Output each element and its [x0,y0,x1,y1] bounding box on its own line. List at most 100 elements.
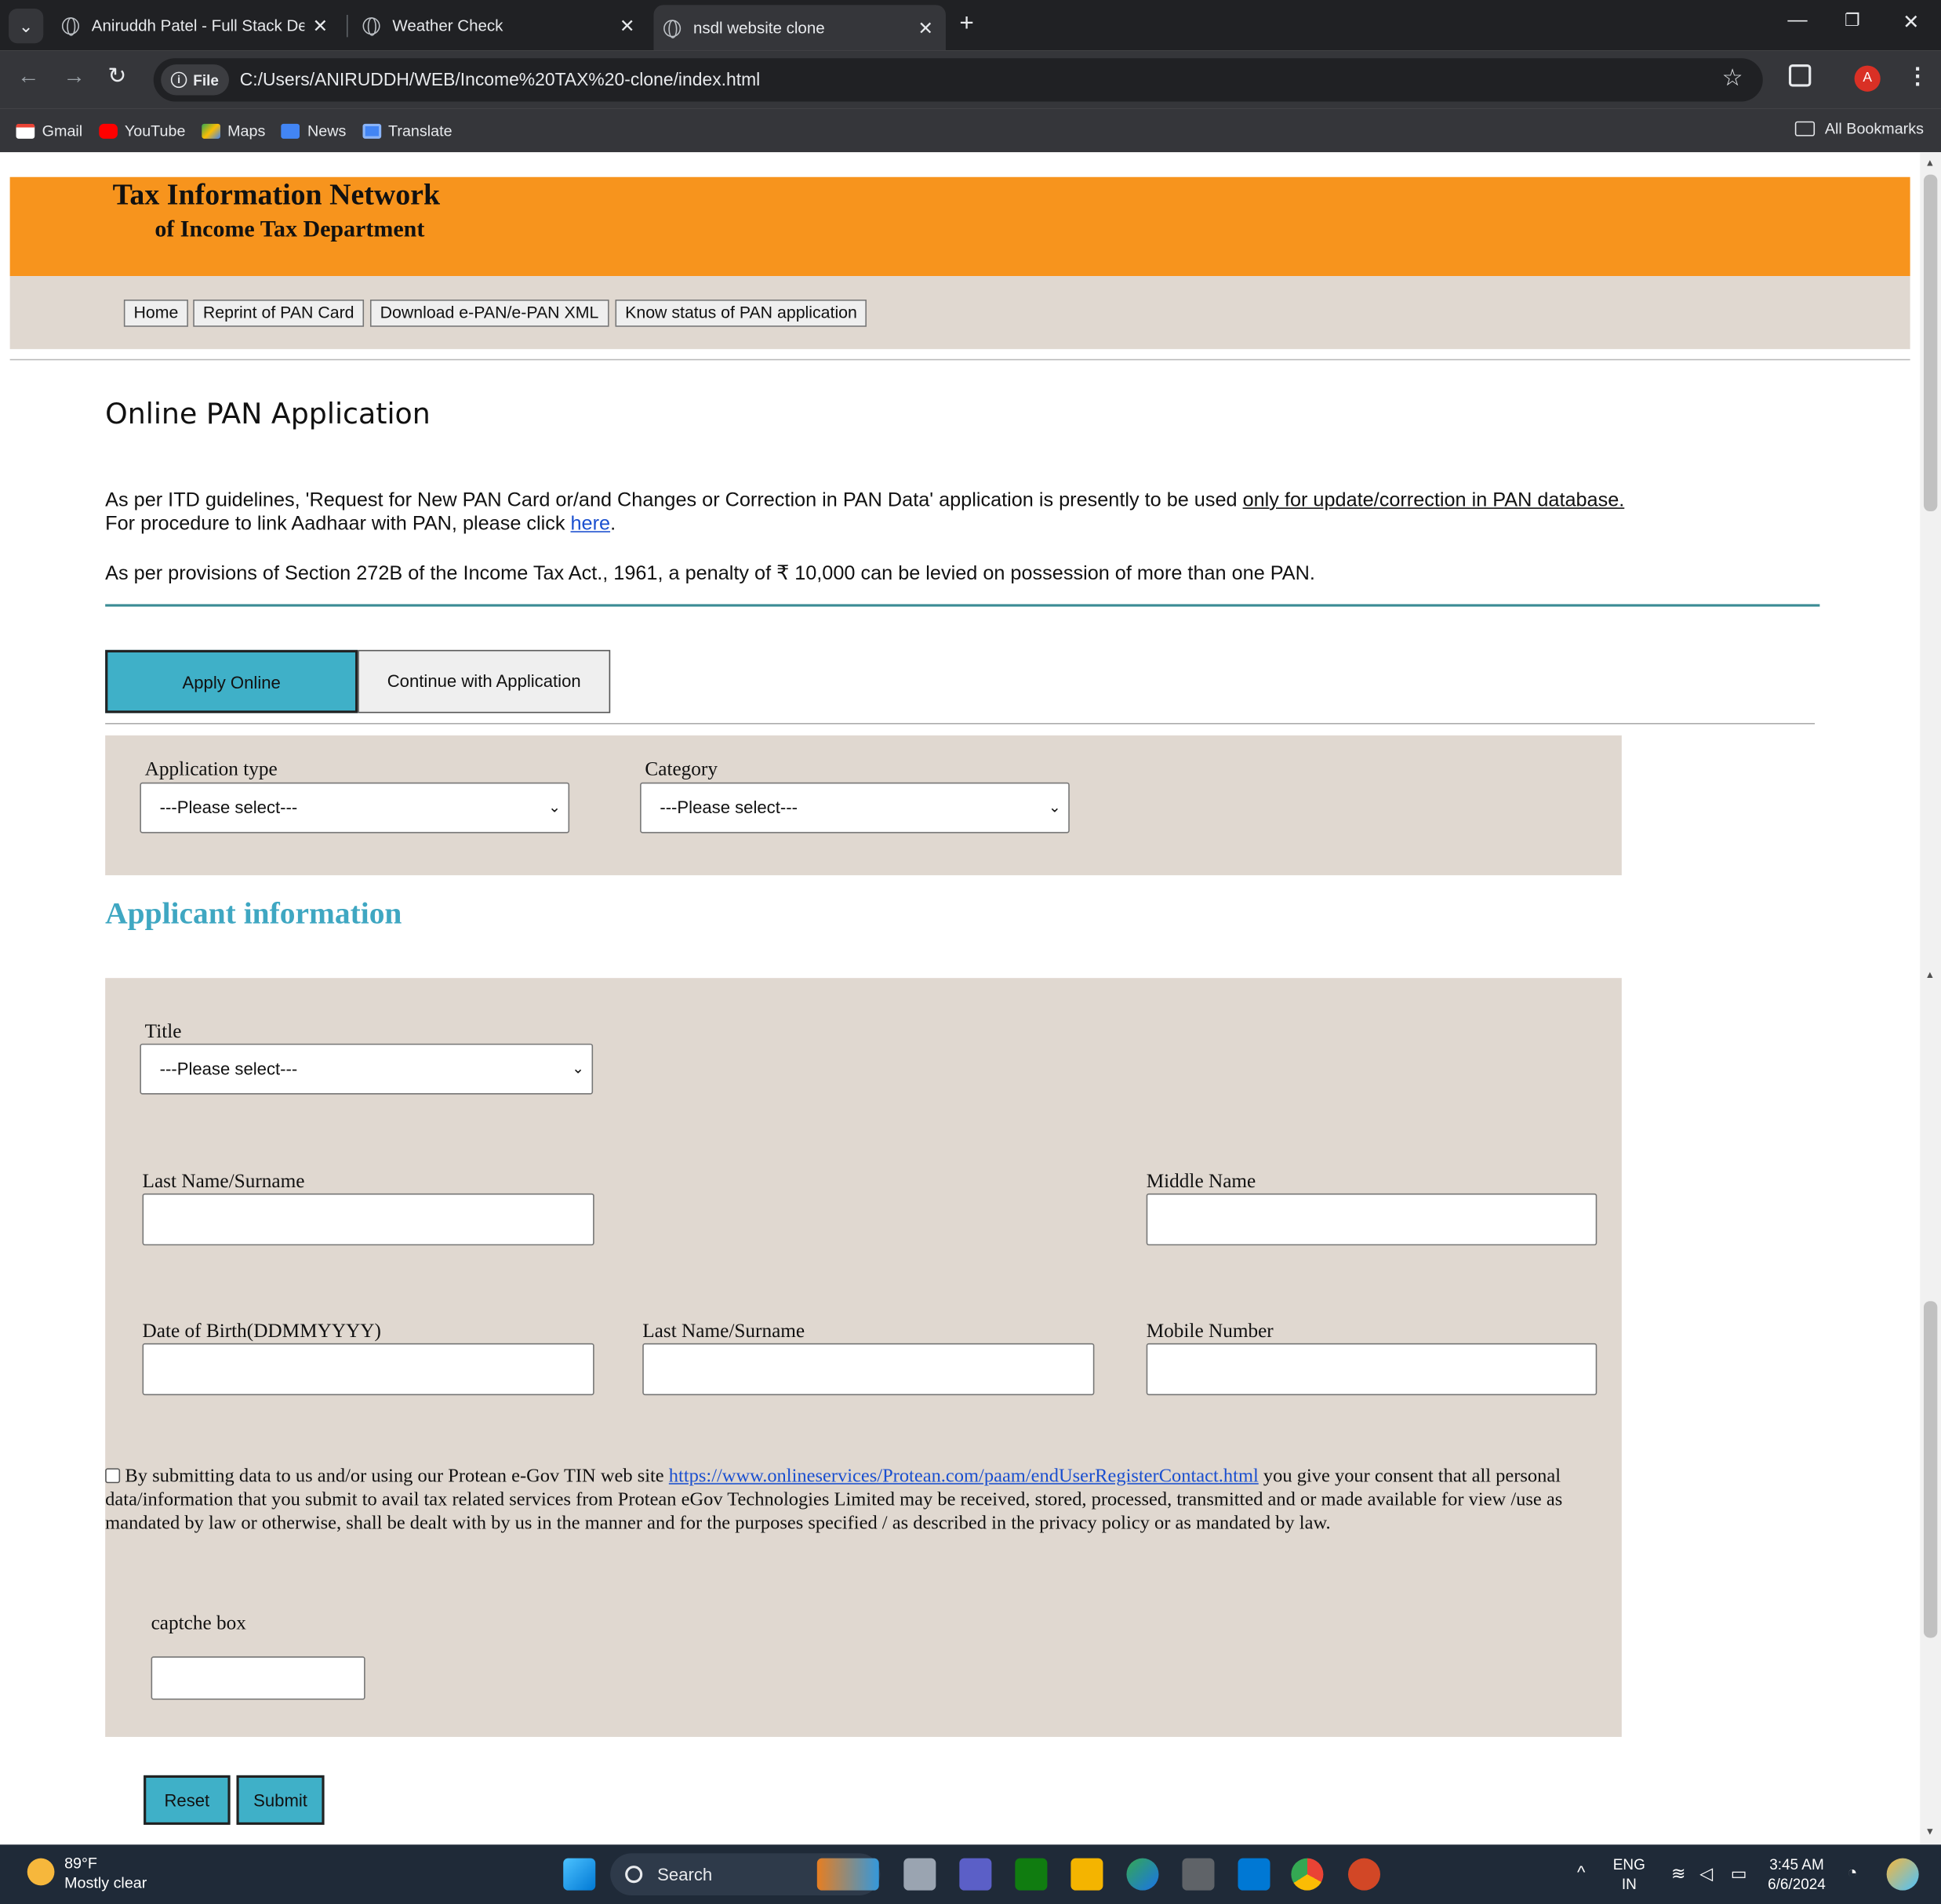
chrome-icon[interactable] [1291,1858,1324,1891]
minimize-icon[interactable]: — [1787,10,1807,32]
weather-moon-icon[interactable] [27,1858,55,1886]
close-tab-icon[interactable]: ✕ [620,14,635,37]
nav-pan-status-button[interactable]: Know status of PAN application [615,300,867,327]
globe-icon [663,19,682,38]
youtube-icon [98,123,118,139]
aadhaar-here-link[interactable]: here [571,514,611,535]
last-name-input-2[interactable] [642,1343,1095,1396]
category-select[interactable]: ---Please select--- ⌄ [640,782,1070,834]
scrollbar-thumb[interactable] [1923,1301,1938,1638]
browser-tab-bar: ⌄ Aniruddh Patel - Full Stack Deve ✕ Wea… [0,0,1941,51]
period: . [610,514,616,535]
address-bar[interactable]: i File C:/Users/ANIRUDDH/WEB/Income%20TA… [153,58,1763,102]
chevron-down-icon: ⌄ [572,1059,585,1077]
copilot-icon[interactable] [1886,1858,1919,1891]
wifi-icon[interactable]: ≋ [1671,1863,1686,1883]
page-title: Online PAN Application [105,398,431,431]
bookmark-label: Gmail [42,122,83,140]
language-indicator[interactable]: ENG IN [1613,1855,1645,1895]
close-tab-icon[interactable]: ✕ [918,16,933,39]
new-tab-icon[interactable]: + [959,10,973,38]
scroll-up-icon[interactable]: ▲ [1925,969,1936,980]
windows-start-icon[interactable] [563,1858,596,1891]
profile-avatar[interactable]: A [1854,65,1881,92]
application-type-select[interactable]: ---Please select--- ⌄ [140,782,570,834]
teams-icon[interactable] [959,1858,992,1891]
mobile-input[interactable] [1146,1343,1598,1396]
scroll-down-icon[interactable]: ▼ [1925,1826,1936,1837]
last-name-input[interactable] [142,1193,594,1246]
windows-taskbar: 89°F Mostly clear Search ^ ENG IN ≋ ◁ ▭ … [0,1844,1941,1904]
weather-widget[interactable]: 89°F Mostly clear [64,1853,147,1893]
nav-reprint-pan-button[interactable]: Reprint of PAN Card [193,300,365,327]
scroll-up-icon[interactable]: ▲ [1925,157,1936,168]
divider [105,722,1816,725]
consent-checkbox[interactable] [105,1468,121,1484]
edge-icon[interactable] [1126,1858,1159,1891]
search-highlight-icon[interactable] [816,1858,879,1891]
close-tab-icon[interactable]: ✕ [312,14,328,37]
submit-button[interactable]: Submit [236,1775,325,1826]
middle-name-input[interactable] [1146,1193,1598,1246]
close-window-icon[interactable]: ✕ [1903,10,1919,35]
tab-nsdl-clone[interactable]: nsdl website clone ✕ [653,5,946,51]
weather-condition: Mostly clear [64,1874,147,1892]
apply-online-tab[interactable]: Apply Online [105,649,358,714]
battery-icon[interactable]: ▭ [1731,1863,1747,1883]
page-scrollbar[interactable]: ▲ ▲ ▼ [1920,152,1941,1845]
tab-weather-check[interactable]: Weather Check ✕ [362,5,648,45]
menu-icon[interactable]: ⋮ [1906,64,1928,89]
restore-icon[interactable]: ❐ [1845,10,1860,31]
scrollbar-thumb[interactable] [1923,174,1938,512]
all-bookmarks[interactable]: All Bookmarks [1794,120,1924,138]
volume-icon[interactable]: ◁ [1699,1863,1713,1883]
notification-bell-icon[interactable]: ◔ [1847,1862,1857,1881]
bookmark-label: YouTube [124,122,186,140]
tab-search-chevron-icon[interactable]: ⌄ [9,9,44,44]
bookmark-gmail[interactable]: Gmail [16,122,83,140]
bookmark-youtube[interactable]: YouTube [98,122,186,140]
reload-icon[interactable]: ↻ [107,64,126,89]
bookmark-star-icon[interactable]: ☆ [1722,64,1743,93]
region-code: IN [1621,1875,1637,1893]
dob-input[interactable] [142,1343,594,1396]
search-icon [625,1866,643,1884]
tab-portfolio[interactable]: Aniruddh Patel - Full Stack Deve ✕ [61,5,340,45]
bookmark-label: Maps [227,122,266,140]
file-explorer-icon[interactable] [1070,1858,1103,1891]
guideline-text: As per ITD guidelines, 'Request for New … [105,490,1243,512]
nav-download-epan-button[interactable]: Download e-PAN/e-PAN XML [369,300,609,327]
time: 3:45 AM [1769,1855,1824,1873]
bookmark-translate[interactable]: Translate [362,122,453,140]
temperature: 89°F [64,1854,97,1872]
continue-application-tab[interactable]: Continue with Application [358,649,611,714]
app-icon[interactable] [1182,1858,1215,1891]
translate-icon [362,123,381,139]
url-text[interactable]: C:/Users/ANIRUDDH/WEB/Income%20TAX%20-cl… [240,70,761,89]
select-value: ---Please select--- [159,1058,298,1079]
captcha-input[interactable] [151,1656,365,1700]
forward-icon[interactable]: → [64,64,85,89]
title-select[interactable]: ---Please select--- ⌄ [140,1043,594,1095]
maps-icon [201,123,220,139]
reset-button[interactable]: Reset [144,1775,231,1826]
gmail-icon [16,123,35,139]
globe-icon [362,16,380,35]
xbox-icon[interactable] [1015,1858,1048,1891]
chevron-up-icon[interactable]: ^ [1577,1862,1585,1881]
vscode-icon[interactable] [1238,1858,1270,1891]
extensions-icon[interactable] [1788,64,1812,87]
update-correction-link[interactable]: only for update/correction in PAN databa… [1243,490,1625,511]
bookmark-news[interactable]: News [281,122,346,140]
bookmark-maps[interactable]: Maps [201,122,266,140]
site-title: Tax Information Network [112,179,441,212]
guideline-paragraph: As per ITD guidelines, 'Request for New … [105,490,1624,512]
nav-home-button[interactable]: Home [123,300,188,327]
consent-link[interactable]: https://www.onlineservices/Protean.com/p… [669,1466,1259,1487]
powerpoint-icon[interactable] [1347,1858,1381,1891]
task-view-icon[interactable] [903,1858,936,1891]
site-info-chip[interactable]: i File [161,64,229,96]
all-bookmarks-label: All Bookmarks [1824,120,1924,138]
clock[interactable]: 3:45 AM 6/6/2024 [1768,1855,1826,1895]
back-icon[interactable]: ← [17,64,39,89]
